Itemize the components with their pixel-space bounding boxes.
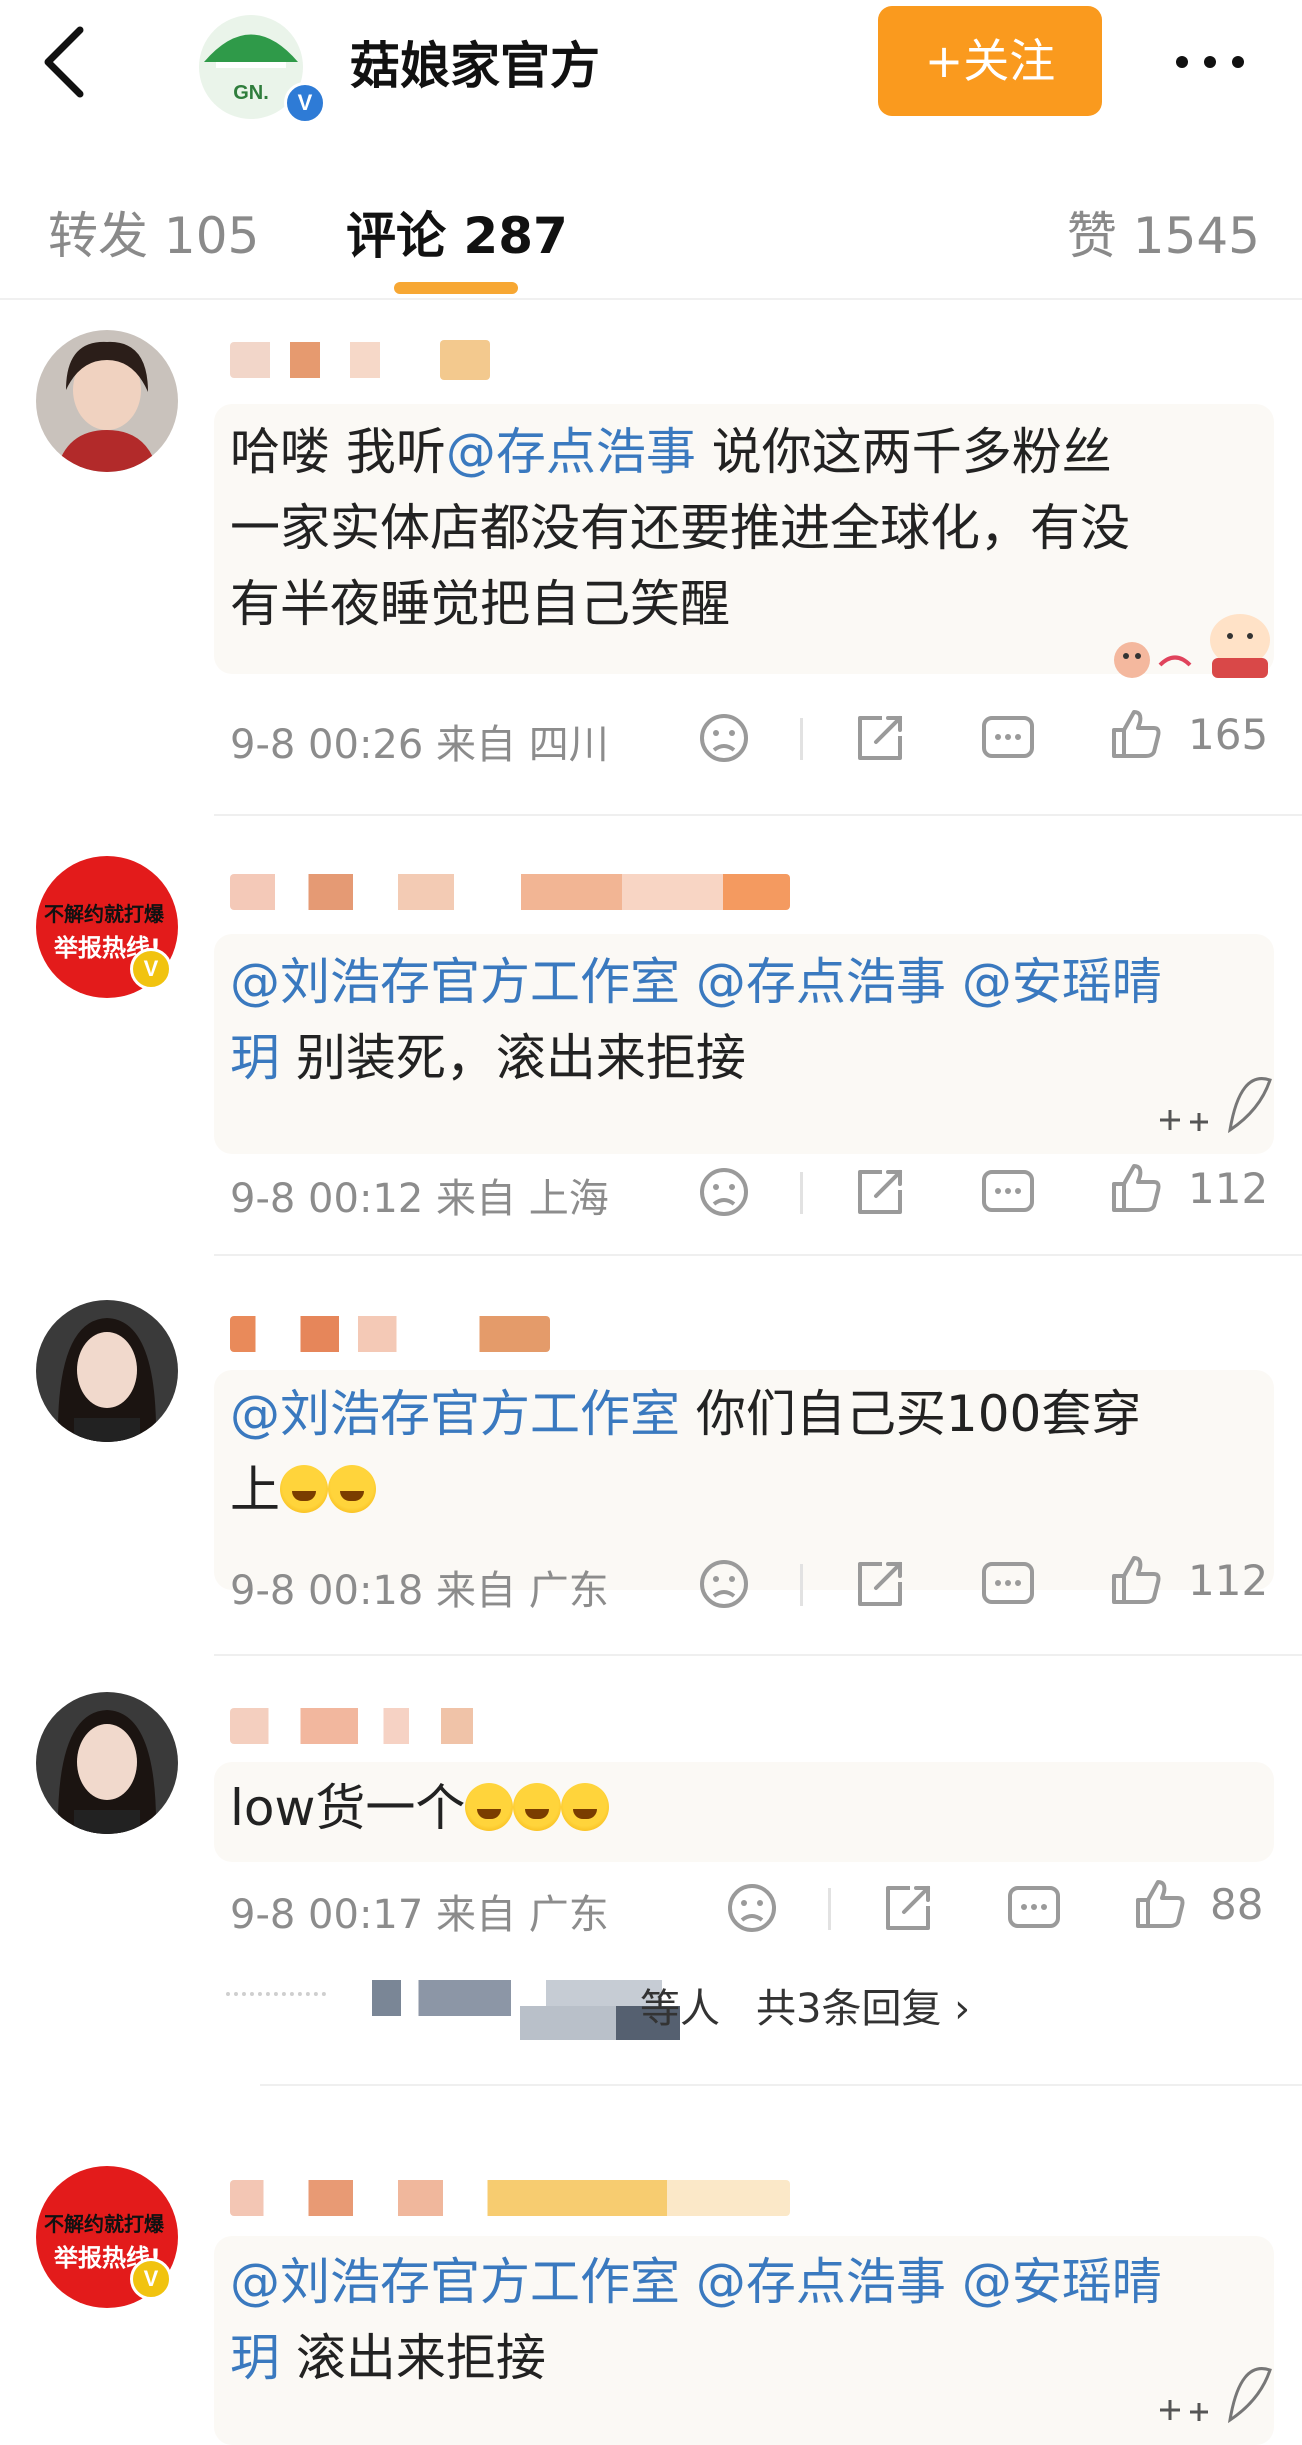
like-count: 165 [1188, 710, 1269, 759]
like-icon[interactable] [1132, 1876, 1188, 1936]
comment-icon[interactable] [1006, 1882, 1062, 1942]
more-icon[interactable] [1170, 28, 1250, 88]
comment-icon[interactable] [980, 1166, 1036, 1226]
laugh-cry-emoji-icon [561, 1783, 610, 1831]
like-icon[interactable] [1108, 1160, 1164, 1220]
comment-text: @刘浩存官方工作室 你们自己买100套穿 [230, 1385, 1142, 1443]
comment-text-line: 玥 滚出来拒接 [230, 2329, 546, 2387]
avatar[interactable] [36, 330, 178, 472]
mention-link[interactable]: @存点浩事 [696, 953, 946, 1011]
mention-link[interactable]: 玥 [230, 2329, 280, 2387]
chevron-right-icon: › [954, 1986, 971, 2032]
comment-meta: 9-8 00:18 来自 广东 [230, 1568, 609, 1614]
share-icon[interactable] [852, 1556, 908, 1616]
comment-meta: 9-8 00:17 来自 广东 [230, 1892, 609, 1938]
dislike-icon[interactable] [724, 1880, 780, 1940]
username-blurred[interactable] [230, 874, 790, 910]
sticker-decoration [1150, 1060, 1280, 1150]
comment-text: 哈喽 我听@存点浩事 说你这两千多粉丝 [230, 423, 1112, 481]
comment-item: 不解约就打爆 举报热线! V @刘浩存官方工作室 @存点浩事 @安瑶晴 玥 别装… [0, 840, 1302, 1250]
verified-badge-icon: V [130, 2258, 172, 2300]
divider [214, 814, 1302, 816]
comment-item: 不解约就打爆 举报热线! V @刘浩存官方工作室 @存点浩事 @安瑶晴 玥 滚出… [0, 2110, 1302, 2445]
avatar[interactable] [36, 1300, 178, 1442]
dislike-icon[interactable] [696, 1556, 752, 1616]
separator [800, 1172, 803, 1214]
divider [214, 1654, 1302, 1656]
back-arrow-icon[interactable] [36, 22, 96, 102]
divider [214, 1254, 1302, 1256]
separator [800, 1564, 803, 1606]
user-badge [440, 340, 490, 380]
like-count: 88 [1210, 1880, 1264, 1929]
comment-text: @刘浩存官方工作室 @存点浩事 @安瑶晴 [230, 2246, 1260, 2318]
comment-item: low货一个 9-8 00:17 来自 广东 88 等人 共3条回复 › [0, 1680, 1302, 2080]
avatar[interactable] [36, 1692, 178, 1834]
comment-meta: 9-8 00:26 来自 四川 [230, 722, 609, 768]
comment-icon[interactable] [980, 1558, 1036, 1618]
account-avatar[interactable]: GN. V [186, 12, 326, 124]
tab-comments[interactable]: 评论 287 [346, 196, 568, 268]
laugh-cry-emoji-icon [465, 1783, 514, 1831]
username-blurred[interactable] [230, 1316, 550, 1352]
laugh-cry-emoji-icon [280, 1465, 328, 1513]
comment-icon[interactable] [980, 712, 1036, 772]
share-icon[interactable] [880, 1880, 936, 1940]
tab-reposts[interactable]: 转发 105 [48, 196, 259, 268]
comment-text: low货一个 [230, 1772, 1260, 1844]
username-blurred[interactable] [230, 1708, 550, 1744]
top-bar: GN. V 菇娘家官方 +关注 [0, 0, 1302, 138]
like-count: 112 [1188, 1556, 1269, 1605]
reply-users-suffix: 等人 [640, 1986, 720, 2032]
separator [828, 1888, 831, 1930]
comment-text-line: 一家实体店都没有还要推进全球化，有没 [230, 499, 1130, 557]
laugh-cry-emoji-icon [513, 1783, 562, 1831]
tab-bar: 转发 105 评论 287 赞 1545 [0, 138, 1302, 298]
username-blurred[interactable] [230, 342, 430, 378]
like-icon[interactable] [1108, 706, 1164, 766]
share-icon[interactable] [852, 1164, 908, 1224]
separator [800, 718, 803, 760]
account-name: 菇娘家官方 [350, 37, 600, 95]
laugh-cry-emoji-icon [328, 1465, 376, 1513]
reply-dots [226, 1992, 326, 2000]
mention-link[interactable]: @安瑶晴 [962, 2253, 1162, 2311]
divider [260, 2084, 1302, 2086]
follow-button[interactable]: +关注 [878, 6, 1102, 116]
mention-link[interactable]: @刘浩存官方工作室 [230, 953, 680, 1011]
mention-link[interactable]: 玥 [230, 1029, 280, 1087]
mention-link[interactable]: @刘浩存官方工作室 [230, 1385, 680, 1443]
comment-text-line: 上 [230, 1454, 1260, 1526]
view-replies-link[interactable]: 共3条回复 › [756, 1976, 970, 2034]
sticker-decoration [1150, 2350, 1280, 2440]
tab-likes[interactable]: 赞 1545 [1067, 196, 1260, 268]
comment-meta: 9-8 00:12 来自 上海 [230, 1176, 609, 1222]
comment-item: @刘浩存官方工作室 你们自己买100套穿 上 9-8 00:18 来自 广东 1… [0, 1280, 1302, 1640]
username-blurred[interactable] [230, 2180, 790, 2216]
dislike-icon[interactable] [696, 1164, 752, 1224]
verified-badge-icon: V [284, 82, 326, 124]
mention-link[interactable]: @存点浩事 [696, 2253, 946, 2311]
sticker-decoration [1100, 590, 1290, 680]
mention-link[interactable]: @刘浩存官方工作室 [230, 2253, 680, 2311]
comment-item: 哈喽 我听@存点浩事 说你这两千多粉丝 一家实体店都没有还要推进全球化，有没 有… [0, 300, 1302, 780]
comment-text-line: 玥 别装死，滚出来拒接 [230, 1029, 746, 1087]
share-icon[interactable] [852, 710, 908, 770]
mention-link[interactable]: @存点浩事 [446, 423, 696, 481]
mention-link[interactable]: @安瑶晴 [962, 953, 1162, 1011]
like-count: 112 [1188, 1164, 1269, 1213]
comment-text: @刘浩存官方工作室 @存点浩事 @安瑶晴 [230, 946, 1260, 1018]
active-tab-indicator [394, 282, 518, 294]
verified-badge-icon: V [130, 948, 172, 990]
dislike-icon[interactable] [696, 710, 752, 770]
like-icon[interactable] [1108, 1552, 1164, 1612]
